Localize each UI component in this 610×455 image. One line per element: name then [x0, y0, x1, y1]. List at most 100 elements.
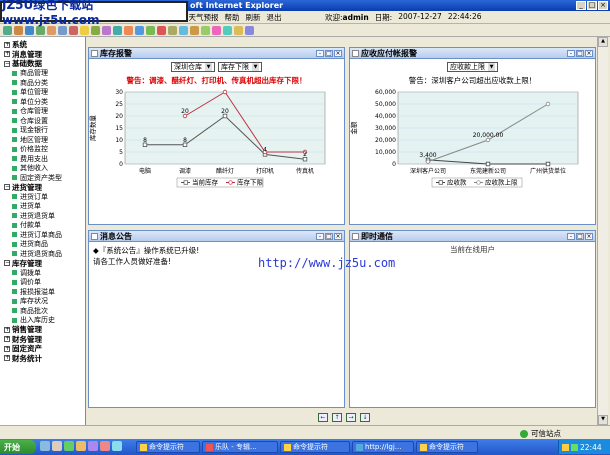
tray-icon[interactable]: [562, 443, 569, 451]
sidebar-item[interactable]: 库存状况: [0, 297, 85, 307]
panel-close-icon[interactable]: ×: [334, 232, 342, 240]
taskbar-task[interactable]: 命令提示符: [280, 441, 350, 453]
expand-icon[interactable]: +: [4, 41, 10, 48]
stock-limit-select[interactable]: 库存下限 ▼: [218, 62, 262, 72]
expand-icon[interactable]: +: [4, 355, 10, 362]
taskbar-task[interactable]: http://lgj...: [352, 441, 414, 453]
panel-close-icon[interactable]: ×: [585, 232, 593, 240]
sidebar-item[interactable]: 进货订单商品: [0, 230, 85, 240]
sidebar-item[interactable]: 地区管理: [0, 135, 85, 145]
panel-restore-icon[interactable]: □: [325, 232, 333, 240]
sidebar-item-label: 现金银行: [20, 126, 48, 135]
note-icon[interactable]: [234, 25, 243, 35]
panel-minimize-icon[interactable]: -: [567, 49, 575, 57]
page-icon: [12, 70, 17, 76]
expand-icon[interactable]: +: [4, 336, 10, 343]
sidebar-item[interactable]: 进货退货单: [0, 211, 85, 221]
quick-launch-icon[interactable]: [76, 441, 86, 451]
expand-icon[interactable]: +: [4, 51, 10, 58]
sidebar-group[interactable]: − 库存管理: [0, 259, 85, 269]
panel-close-icon[interactable]: ×: [585, 49, 593, 57]
panel-restore-icon[interactable]: □: [325, 49, 333, 57]
sidebar-item[interactable]: 进货单: [0, 202, 85, 212]
menu-weather[interactable]: 天气预报: [189, 12, 219, 23]
arrow-left-icon[interactable]: ←: [318, 413, 328, 422]
panel-minimize-icon[interactable]: -: [316, 232, 324, 240]
sidebar-item[interactable]: 付款单: [0, 221, 85, 231]
y-tick-label: 10: [115, 137, 123, 144]
sidebar-item[interactable]: 单位分类: [0, 97, 85, 107]
quick-launch-icon[interactable]: [64, 441, 74, 451]
warehouse-select[interactable]: 深圳仓库 ▼: [171, 62, 215, 72]
panel-restore-icon[interactable]: □: [576, 232, 584, 240]
sidebar-item[interactable]: 价格监控: [0, 145, 85, 155]
sidebar-item[interactable]: 仓库管理: [0, 107, 85, 117]
expand-icon[interactable]: +: [4, 345, 10, 352]
sidebar-group[interactable]: − 基础数据: [0, 59, 85, 69]
page-icon: [12, 175, 17, 181]
close-icon[interactable]: ×: [598, 1, 608, 10]
settings-icon[interactable]: [190, 25, 199, 35]
sidebar-item[interactable]: 费用支出: [0, 154, 85, 164]
scroll-up-icon[interactable]: ▲: [598, 37, 608, 47]
sidebar-item[interactable]: 调拨单: [0, 268, 85, 278]
expand-icon[interactable]: −: [4, 260, 10, 267]
quick-launch-icon[interactable]: [40, 441, 50, 451]
quick-launch-icon[interactable]: [100, 441, 110, 451]
sidebar-item[interactable]: 单位管理: [0, 88, 85, 98]
sidebar-item[interactable]: 现金银行: [0, 126, 85, 136]
menu-help[interactable]: 帮助: [225, 12, 240, 23]
quick-launch: [40, 441, 122, 451]
menu-logout[interactable]: 退出: [267, 12, 282, 23]
minimize-icon[interactable]: _: [576, 1, 586, 10]
y-tick-label: 20,000: [375, 137, 396, 144]
arrow-right-icon[interactable]: →: [346, 413, 356, 422]
data-point: [222, 89, 228, 95]
report-icon[interactable]: [245, 25, 254, 35]
arrow-down-icon[interactable]: ↓: [360, 413, 370, 422]
panel-close-icon[interactable]: ×: [334, 49, 342, 57]
taskbar-task[interactable]: 命令提示符: [416, 441, 478, 453]
sidebar-item[interactable]: 仓库设置: [0, 116, 85, 126]
quick-launch-icon[interactable]: [88, 441, 98, 451]
chevron-down-icon: ▼: [488, 63, 495, 71]
receivable-limit-select[interactable]: 应收款上限 ▼: [447, 62, 498, 72]
quick-launch-icon[interactable]: [112, 441, 122, 451]
sidebar-item[interactable]: 调价单: [0, 278, 85, 288]
sidebar-item[interactable]: 进货商品: [0, 240, 85, 250]
expand-icon[interactable]: −: [4, 60, 10, 67]
expand-icon[interactable]: −: [4, 184, 10, 191]
current-date: 2007-12-27: [398, 12, 442, 21]
tray-icon[interactable]: [571, 443, 578, 451]
sidebar-item[interactable]: 报损报溢单: [0, 287, 85, 297]
sidebar-group[interactable]: + 财务统计: [0, 354, 85, 364]
panel-minimize-icon[interactable]: -: [567, 232, 575, 240]
panel-minimize-icon[interactable]: -: [316, 49, 324, 57]
sidebar-item[interactable]: 商品批次: [0, 306, 85, 316]
status-zone: 可信站点: [520, 428, 561, 439]
chat-icon[interactable]: [223, 25, 232, 35]
sidebar-group[interactable]: − 进货管理: [0, 183, 85, 193]
user-icon[interactable]: [201, 25, 210, 35]
menu-refresh[interactable]: 刷新: [246, 12, 261, 23]
taskbar-task[interactable]: 命令提示符: [136, 441, 200, 453]
vertical-scrollbar[interactable]: ▲ ▼: [597, 37, 608, 425]
sidebar-item[interactable]: 商品分类: [0, 78, 85, 88]
taskbar-task[interactable]: 乐队 - 专辑...: [202, 441, 278, 453]
expand-icon[interactable]: +: [4, 326, 10, 333]
start-button[interactable]: 开始: [0, 440, 36, 454]
panel-restore-icon[interactable]: □: [576, 49, 584, 57]
sidebar-item[interactable]: 进货订单: [0, 192, 85, 202]
arrow-up-icon[interactable]: ↑: [332, 413, 342, 422]
notice-line[interactable]: ◆『系统公告』操作系统已升级!: [93, 245, 340, 256]
y-axis-label: 库存数量: [89, 115, 97, 142]
sidebar-item[interactable]: 其他收入: [0, 164, 85, 174]
scroll-down-icon[interactable]: ▼: [598, 415, 608, 425]
maximize-icon[interactable]: □: [587, 1, 597, 10]
page-icon: [12, 270, 17, 276]
sidebar-item[interactable]: 商品管理: [0, 69, 85, 79]
calendar-icon[interactable]: [212, 25, 221, 35]
welcome-label: 欢迎:: [325, 13, 343, 22]
sidebar-item-label: 调拨单: [20, 268, 41, 277]
quick-launch-icon[interactable]: [52, 441, 62, 451]
